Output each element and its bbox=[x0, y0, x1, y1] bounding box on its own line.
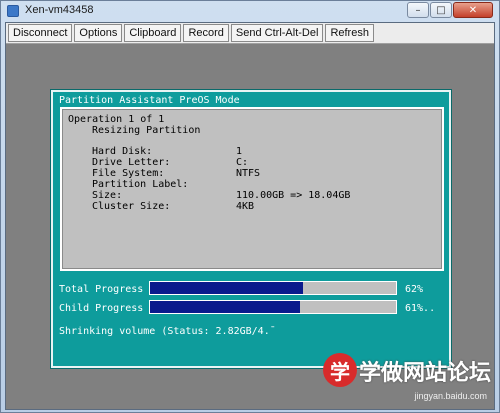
total-progress-bar bbox=[149, 281, 397, 295]
app-icon bbox=[7, 5, 19, 17]
watermark-text: 学做网站论坛 bbox=[359, 361, 492, 386]
child-progress-percent: 61%.. bbox=[405, 303, 436, 314]
refresh-button[interactable]: Refresh bbox=[325, 24, 374, 42]
watermark-logo: 学 bbox=[323, 353, 357, 387]
detail-value: C: bbox=[236, 157, 249, 168]
clipboard-button[interactable]: Clipboard bbox=[124, 24, 182, 42]
close-button[interactable]: ✕ bbox=[453, 2, 493, 18]
total-progress-percent: 62% bbox=[405, 284, 424, 295]
window-title: Xen-vm43458 bbox=[25, 4, 94, 16]
operation-count: Operation 1 of 1 bbox=[68, 114, 165, 125]
vm-console-area[interactable]: Disconnect Options Clipboard Record Send… bbox=[5, 22, 495, 410]
detail-value: 4KB bbox=[236, 201, 255, 212]
total-progress-fill bbox=[150, 282, 303, 294]
detail-label: Cluster Size: bbox=[92, 201, 171, 212]
panel-title: Partition Assistant PreOS Mode bbox=[59, 95, 240, 106]
console-toolbar: Disconnect Options Clipboard Record Send… bbox=[6, 23, 494, 44]
watermark-url: jingyan.baidu.com bbox=[414, 391, 487, 401]
detail-label: Drive Letter: bbox=[92, 157, 171, 168]
watermark: 学 学做网站论坛 jingyan.baidu.com bbox=[323, 353, 493, 409]
detail-label: Hard Disk: bbox=[92, 146, 153, 157]
detail-label: Size: bbox=[92, 190, 123, 201]
detail-value: 110.00GB => 18.04GB bbox=[236, 190, 351, 201]
maximize-button[interactable]: □ bbox=[430, 2, 452, 18]
window-controls: – □ ✕ bbox=[406, 2, 493, 18]
detail-label: Partition Label: bbox=[92, 179, 189, 190]
options-button[interactable]: Options bbox=[74, 24, 123, 42]
detail-label: File System: bbox=[92, 168, 165, 179]
child-progress-fill bbox=[150, 301, 301, 313]
title-bar[interactable]: Xen-vm43458 – □ ✕ bbox=[1, 1, 499, 22]
disconnect-button[interactable]: Disconnect bbox=[8, 24, 73, 42]
minimize-button[interactable]: – bbox=[407, 2, 429, 18]
record-button[interactable]: Record bbox=[183, 24, 229, 42]
child-progress-label: Child Progress bbox=[59, 303, 144, 314]
send-ctrl-alt-del-button[interactable]: Send Ctrl-Alt-Del bbox=[230, 24, 324, 42]
detail-value: NTFS bbox=[236, 168, 261, 179]
detail-value: 1 bbox=[236, 146, 243, 157]
operation-action: Resizing Partition bbox=[92, 125, 201, 136]
preos-panel: Partition Assistant PreOS Mode Operation… bbox=[51, 90, 451, 368]
operation-info-box: Operation 1 of 1 Resizing Partition Hard… bbox=[60, 107, 444, 271]
status-text: Shrinking volume (Status: 2.82GB/4.¯ bbox=[59, 326, 276, 337]
total-progress-label: Total Progress bbox=[59, 284, 144, 295]
vm-viewer-window: Xen-vm43458 – □ ✕ Disconnect Options Cli… bbox=[0, 0, 500, 413]
child-progress-bar bbox=[149, 300, 397, 314]
